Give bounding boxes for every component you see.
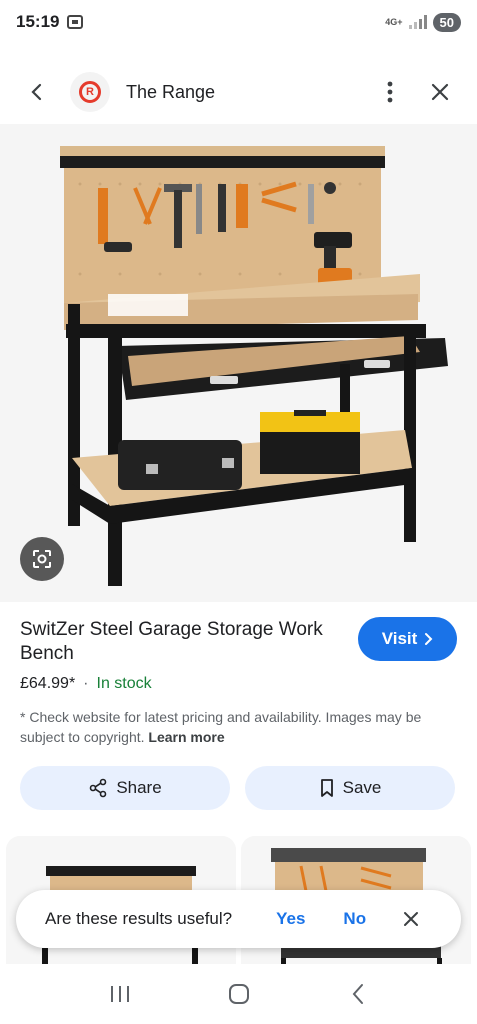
- home-icon: [228, 984, 249, 1004]
- bookmark-icon: [320, 779, 333, 797]
- close-icon: [431, 83, 449, 101]
- recents-button[interactable]: [100, 974, 140, 1014]
- back-nav-button[interactable]: [338, 974, 378, 1014]
- home-button[interactable]: [219, 974, 259, 1014]
- lens-button[interactable]: [20, 537, 64, 581]
- product-title: SwitZer Steel Garage Storage Work Bench: [20, 619, 323, 664]
- status-right: 4G+ 50: [385, 12, 461, 32]
- price-row: £64.99* · In stock: [20, 675, 152, 693]
- feedback-bar: Are these results useful? Yes No: [16, 890, 461, 948]
- disclaimer: * Check website for latest pricing and a…: [20, 707, 460, 747]
- save-button[interactable]: Save: [245, 766, 455, 810]
- network-label: 4G+: [385, 16, 403, 27]
- site-name[interactable]: The Range: [126, 82, 215, 103]
- visit-button[interactable]: Visit: [358, 617, 457, 661]
- close-icon: [404, 912, 419, 926]
- recents-icon: [110, 986, 129, 1002]
- share-label: Share: [116, 778, 162, 797]
- workbench-illustration: [0, 124, 477, 602]
- learn-more-link[interactable]: Learn more: [148, 729, 224, 745]
- battery-badge: 50: [432, 12, 461, 32]
- visit-label: Visit: [381, 629, 418, 648]
- back-icon: [352, 984, 363, 1004]
- status-time: 15:19: [16, 12, 60, 31]
- feedback-question: Are these results useful?: [45, 909, 233, 928]
- feedback-yes-button[interactable]: Yes: [276, 909, 305, 929]
- feedback-close-button[interactable]: [400, 908, 422, 930]
- chevron-left-icon: [31, 83, 42, 101]
- price: £64.99*: [20, 675, 76, 692]
- system-nav-bar: [0, 964, 477, 1024]
- status-bar: 15:19 4G+ 50: [0, 0, 477, 44]
- save-label: Save: [342, 778, 382, 797]
- stock-status: In stock: [96, 675, 152, 692]
- feedback-no-button[interactable]: No: [343, 909, 366, 929]
- product-image[interactable]: [0, 124, 477, 602]
- close-button[interactable]: [425, 77, 455, 107]
- site-logo: R: [70, 72, 110, 112]
- chevron-right-icon: [425, 633, 433, 645]
- signal-icon: [408, 15, 427, 29]
- google-lens-icon: [33, 550, 51, 568]
- more-options-button[interactable]: [375, 77, 405, 107]
- screenshot-icon: [67, 15, 84, 29]
- share-button[interactable]: Share: [20, 766, 230, 810]
- price-separator: ·: [83, 675, 89, 692]
- top-bar: R The Range: [0, 62, 477, 122]
- the-range-logo-icon: R: [79, 81, 101, 103]
- share-icon: [90, 778, 107, 798]
- back-button[interactable]: [22, 77, 52, 107]
- more-vert-icon: [387, 81, 393, 103]
